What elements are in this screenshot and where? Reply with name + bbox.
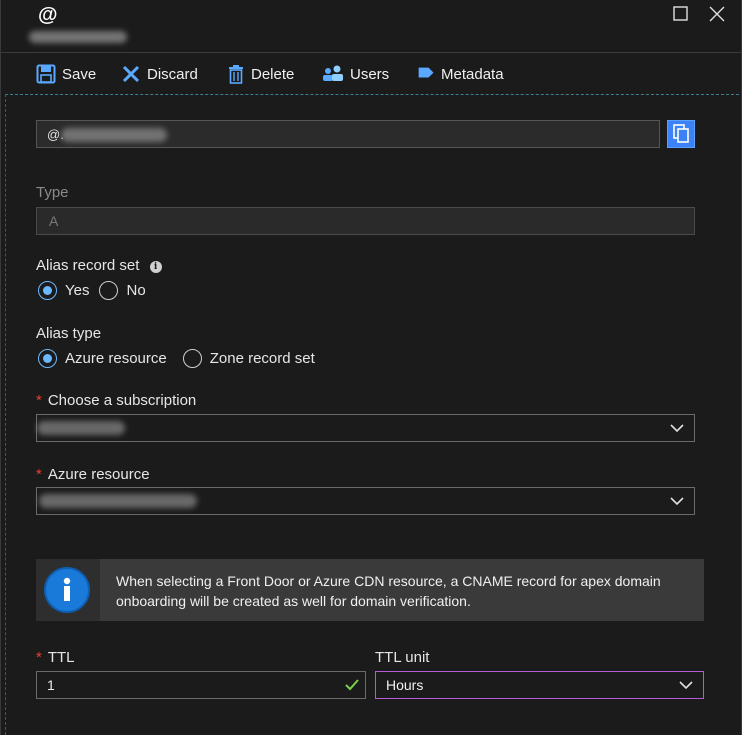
chevron-down-icon xyxy=(679,681,693,690)
record-name-redacted xyxy=(61,128,167,142)
save-icon xyxy=(36,64,56,84)
alias-type-zone-record-set-label: Zone record set xyxy=(209,350,315,367)
delete-label: Delete xyxy=(251,65,295,83)
record-set-pane: @ Save Discard Delete Users Metadata @. … xyxy=(0,0,742,735)
required-asterisk: * xyxy=(36,392,42,409)
type-label: Type xyxy=(36,184,69,201)
delete-icon xyxy=(229,65,243,84)
alias-yes-label: Yes xyxy=(65,282,90,299)
users-icon xyxy=(323,65,343,81)
radio-indicator xyxy=(99,281,119,300)
alias-no-radio[interactable]: No xyxy=(99,281,146,300)
alias-record-set-radio-group: Yes No xyxy=(38,281,156,300)
alias-record-set-label-row: Alias record set i xyxy=(36,257,162,274)
check-icon xyxy=(345,679,359,691)
chevron-down-icon xyxy=(670,497,684,506)
metadata-icon xyxy=(418,67,434,78)
info-icon xyxy=(44,567,90,613)
command-bar: Save Discard Delete Users Metadata xyxy=(1,52,742,95)
close-icon[interactable] xyxy=(707,4,727,24)
type-value: A xyxy=(49,213,59,229)
subscription-label: Choose a subscription xyxy=(47,392,197,409)
azure-resource-redacted xyxy=(39,494,197,508)
alias-type-zone-record-set-radio[interactable]: Zone record set xyxy=(182,349,315,368)
title-bar: @ xyxy=(1,0,742,50)
azure-resource-label: Azure resource xyxy=(47,466,150,483)
discard-label: Discard xyxy=(147,65,198,83)
ttl-label: TTL xyxy=(47,649,75,666)
radio-indicator xyxy=(182,349,202,368)
ttl-label-row: * TTL xyxy=(36,649,75,666)
copy-button[interactable] xyxy=(667,120,695,148)
pane-title: @ xyxy=(38,4,58,26)
alias-type-azure-resource-radio[interactable]: Azure resource xyxy=(38,349,167,368)
required-asterisk: * xyxy=(36,466,42,483)
alias-type-label: Alias type xyxy=(36,325,102,342)
pane-subtitle-redacted xyxy=(29,31,127,43)
alias-type-azure-resource-label: Azure resource xyxy=(65,350,167,367)
ttl-unit-label: TTL unit xyxy=(375,649,430,666)
users-button[interactable]: Users xyxy=(322,61,389,87)
copy-icon xyxy=(673,124,689,143)
info-banner-text: When selecting a Front Door or Azure CDN… xyxy=(116,573,661,609)
radio-selected-indicator xyxy=(38,281,57,300)
discard-button[interactable]: Discard xyxy=(121,61,198,87)
ttl-input[interactable]: 1 xyxy=(36,671,366,699)
type-field: A xyxy=(36,207,695,235)
radio-selected-indicator xyxy=(38,349,57,368)
ttl-unit-value: Hours xyxy=(386,677,424,693)
subscription-redacted xyxy=(37,421,125,435)
save-label: Save xyxy=(62,65,97,83)
save-button[interactable]: Save xyxy=(36,61,96,87)
metadata-label: Metadata xyxy=(441,65,504,83)
users-label: Users xyxy=(350,65,390,83)
alias-no-label: No xyxy=(126,282,146,299)
ttl-unit-dropdown[interactable]: Hours xyxy=(375,671,704,699)
subscription-label-row: * Choose a subscription xyxy=(36,392,196,409)
alias-yes-radio[interactable]: Yes xyxy=(38,281,89,300)
discard-icon xyxy=(122,65,140,83)
alias-record-set-label: Alias record set xyxy=(36,257,140,274)
pane-focus-edge xyxy=(5,94,6,735)
chevron-down-icon xyxy=(670,424,684,433)
info-banner: When selecting a Front Door or Azure CDN… xyxy=(36,559,704,621)
alias-type-radio-group: Azure resource Zone record set xyxy=(38,349,325,368)
toolbar-divider xyxy=(5,94,739,95)
azure-resource-label-row: * Azure resource xyxy=(36,466,150,483)
metadata-button[interactable]: Metadata xyxy=(415,61,504,87)
ttl-value: 1 xyxy=(47,677,55,693)
subscription-dropdown[interactable] xyxy=(36,414,695,442)
info-icon[interactable]: i xyxy=(149,261,162,273)
required-asterisk: * xyxy=(36,649,42,666)
maximize-icon[interactable] xyxy=(671,4,691,24)
delete-button[interactable]: Delete xyxy=(227,61,294,87)
